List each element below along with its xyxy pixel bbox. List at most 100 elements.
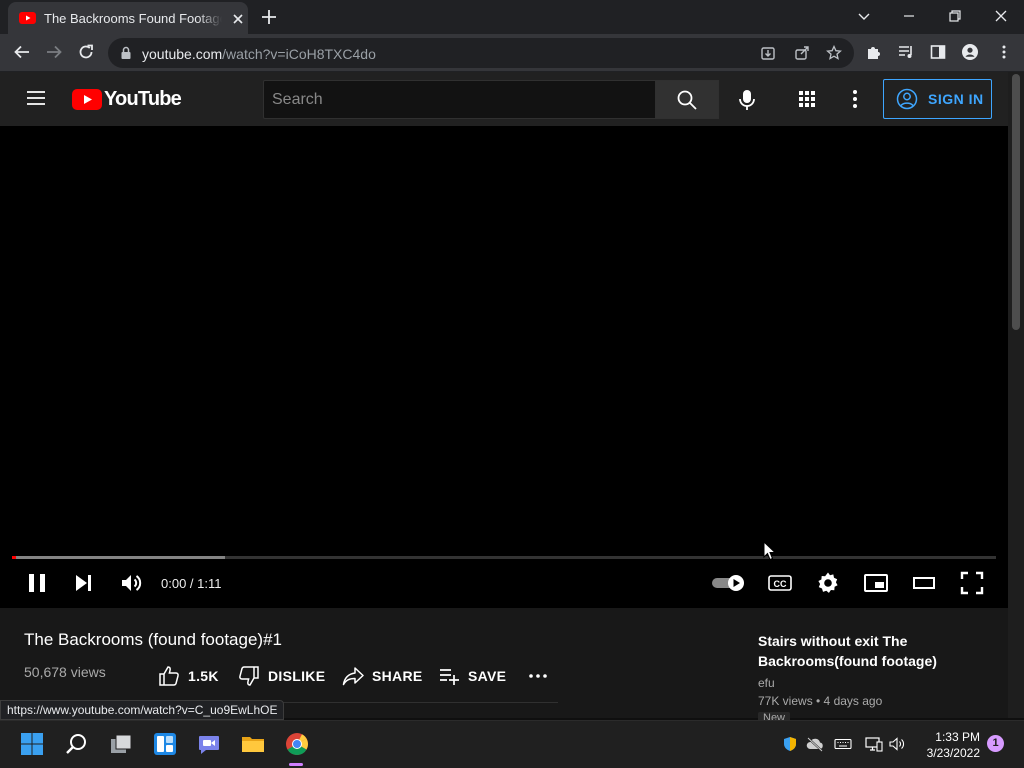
taskbar-search-icon bbox=[66, 734, 86, 754]
teams-chat-icon bbox=[199, 736, 219, 754]
share-page-icon[interactable] bbox=[794, 45, 810, 61]
progress-played bbox=[12, 556, 16, 559]
url-text[interactable]: youtube.com/watch?v=iCoH8TXC4do bbox=[142, 46, 376, 62]
svg-text:CC: CC bbox=[774, 579, 787, 589]
widgets-icon bbox=[154, 733, 176, 755]
sign-in-label: SIGN IN bbox=[928, 91, 984, 107]
security-shield-icon[interactable] bbox=[782, 736, 798, 752]
theater-mode-button[interactable] bbox=[912, 571, 936, 595]
widgets-button[interactable] bbox=[153, 732, 177, 756]
progress-bar[interactable] bbox=[12, 556, 996, 559]
share-button[interactable]: SHARE bbox=[342, 665, 423, 687]
video-player[interactable] bbox=[0, 126, 1008, 608]
save-button[interactable]: SAVE bbox=[438, 665, 506, 687]
browser-toolbar: youtube.com/watch?v=iCoH8TXC4do bbox=[0, 34, 1024, 72]
search-icon bbox=[677, 90, 697, 110]
recommended-video-meta: 77K views • 4 days ago bbox=[758, 694, 883, 708]
onedrive-offline-cloud-icon[interactable] bbox=[806, 736, 824, 752]
search-input[interactable] bbox=[263, 80, 656, 119]
forward-arrow-icon[interactable] bbox=[45, 43, 63, 61]
taskbar-search-button[interactable] bbox=[65, 732, 89, 756]
youtube-logo[interactable]: YouTube bbox=[72, 88, 182, 111]
windows-logo-icon bbox=[21, 733, 43, 755]
next-button[interactable] bbox=[73, 571, 95, 595]
pause-button[interactable] bbox=[26, 571, 48, 595]
time-duration: 1:11 bbox=[197, 576, 222, 591]
progress-buffered bbox=[12, 556, 225, 559]
volume-speaker-icon[interactable] bbox=[889, 736, 907, 752]
new-tab-icon[interactable] bbox=[260, 8, 278, 26]
chrome-menu-icon[interactable] bbox=[996, 44, 1012, 60]
task-view-button[interactable] bbox=[109, 732, 133, 756]
notification-badge[interactable]: 1 bbox=[987, 735, 1004, 752]
file-explorer-button[interactable] bbox=[241, 732, 265, 756]
lock-icon[interactable] bbox=[120, 46, 132, 60]
media-queue-icon[interactable] bbox=[897, 44, 915, 60]
teams-chat-button[interactable] bbox=[197, 732, 221, 756]
tab-title: The Backrooms Found Footage - YouTube bbox=[44, 11, 222, 26]
account-circle-icon bbox=[896, 88, 918, 110]
share-label: SHARE bbox=[372, 668, 423, 684]
fullscreen-icon bbox=[960, 571, 984, 595]
youtube-masthead: YouTube SIGN IN bbox=[0, 72, 1008, 126]
recommended-video-title[interactable]: Stairs without exit The Backrooms(found … bbox=[758, 631, 968, 671]
taskbar-clock-time[interactable]: 1:33 PM bbox=[930, 730, 980, 744]
search-button[interactable] bbox=[655, 80, 719, 119]
theater-mode-icon bbox=[913, 577, 935, 589]
page-scrollbar-thumb[interactable] bbox=[1012, 74, 1020, 330]
start-button[interactable] bbox=[20, 732, 44, 756]
youtube-apps-grid-icon[interactable] bbox=[797, 89, 817, 109]
guide-menu-icon[interactable] bbox=[26, 90, 46, 106]
extensions-puzzle-icon[interactable] bbox=[866, 44, 882, 60]
settings-button[interactable] bbox=[816, 571, 840, 595]
keyboard-icon[interactable] bbox=[834, 736, 852, 752]
skip-next-icon bbox=[76, 575, 91, 591]
miniplayer-button[interactable] bbox=[864, 571, 888, 595]
subtitles-button[interactable]: CC bbox=[768, 571, 792, 595]
recommended-video-channel[interactable]: efu bbox=[758, 676, 775, 690]
save-label: SAVE bbox=[468, 668, 507, 684]
chrome-logo-icon bbox=[286, 733, 308, 755]
install-app-icon[interactable] bbox=[760, 45, 776, 61]
side-panel-icon[interactable] bbox=[930, 44, 946, 60]
dislike-button[interactable]: DISLIKE bbox=[238, 665, 325, 687]
profile-avatar-icon[interactable] bbox=[962, 44, 978, 60]
taskbar-clock-date[interactable]: 3/23/2022 bbox=[912, 746, 980, 760]
restore-icon[interactable] bbox=[947, 8, 963, 24]
folder-icon bbox=[242, 737, 264, 752]
time-current: 0:00 bbox=[161, 576, 187, 591]
more-actions-button[interactable] bbox=[528, 665, 556, 687]
fullscreen-button[interactable] bbox=[960, 571, 984, 595]
minimize-icon[interactable] bbox=[901, 8, 917, 24]
closed-captions-icon: CC bbox=[768, 575, 792, 591]
view-count: 50,678 views bbox=[24, 664, 106, 680]
voice-search-mic-icon[interactable] bbox=[736, 88, 758, 112]
tab-close-icon[interactable] bbox=[230, 11, 246, 27]
mouse-cursor-icon bbox=[763, 541, 777, 561]
like-count: 1.5K bbox=[188, 668, 219, 684]
sign-in-button[interactable]: SIGN IN bbox=[883, 79, 992, 119]
mute-button[interactable] bbox=[120, 571, 144, 595]
back-arrow-icon[interactable] bbox=[13, 43, 31, 61]
url-host: youtube.com bbox=[142, 46, 223, 62]
youtube-play-logo-icon bbox=[72, 89, 102, 110]
chrome-taskbar-button[interactable] bbox=[285, 732, 309, 756]
playlist-add-icon bbox=[440, 669, 459, 685]
browser-tab[interactable]: The Backrooms Found Footage - YouTube bbox=[8, 2, 248, 34]
thumbs-down-icon bbox=[239, 666, 259, 686]
chrome-running-indicator bbox=[289, 763, 303, 766]
settings-more-vert-icon[interactable] bbox=[852, 89, 858, 109]
reload-icon[interactable] bbox=[77, 43, 95, 61]
dislike-label: DISLIKE bbox=[268, 668, 326, 684]
miniplayer-icon bbox=[864, 574, 888, 592]
close-window-icon[interactable] bbox=[993, 8, 1009, 24]
network-monitor-icon[interactable] bbox=[865, 736, 883, 752]
address-bar[interactable]: youtube.com/watch?v=iCoH8TXC4do bbox=[108, 38, 854, 68]
like-button[interactable]: 1.5K bbox=[158, 665, 219, 687]
autoplay-toggle[interactable] bbox=[711, 571, 747, 595]
bookmark-star-icon[interactable] bbox=[826, 45, 842, 61]
task-view-icon bbox=[111, 734, 132, 753]
tab-search-chevron-down-icon[interactable] bbox=[856, 8, 872, 24]
volume-icon bbox=[122, 575, 142, 591]
browser-tab-strip: The Backrooms Found Footage - YouTube bbox=[0, 0, 1024, 34]
